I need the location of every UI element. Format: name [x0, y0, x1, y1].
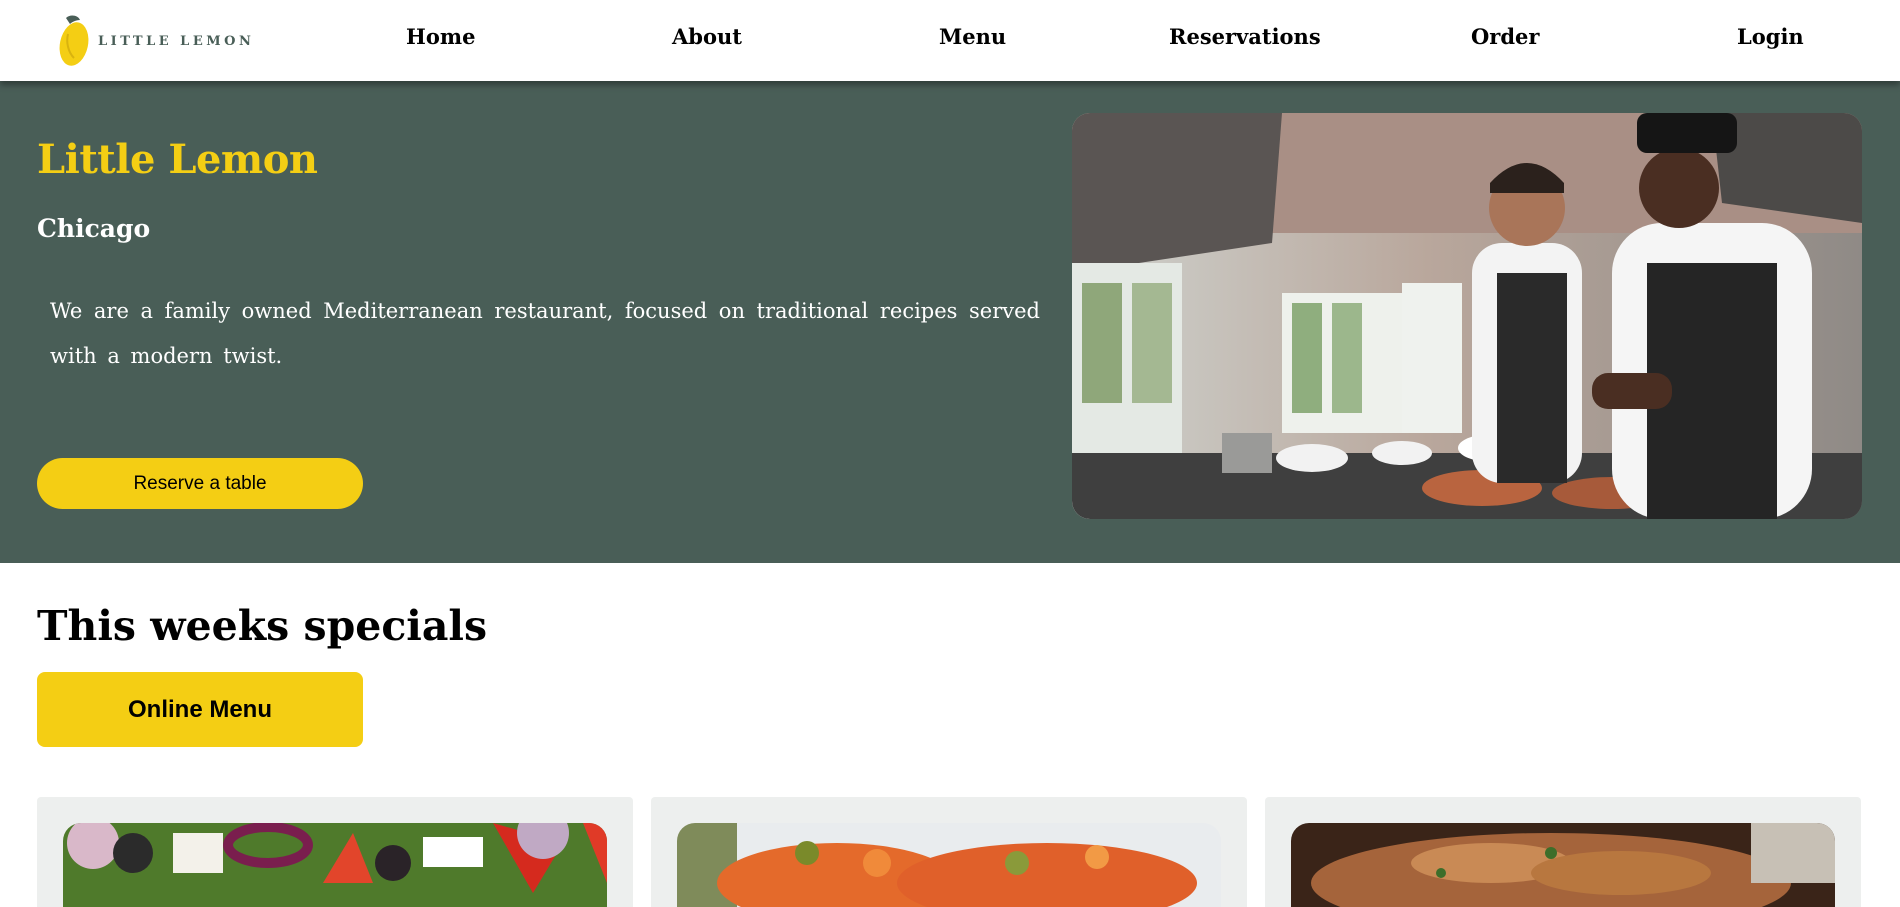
- nav-home-link[interactable]: Home: [406, 24, 475, 49]
- lemon-icon: [59, 15, 89, 66]
- nav-menu-link[interactable]: Menu: [939, 24, 1006, 49]
- top-navigation: LITTLE LEMON Home About Menu Reservation…: [0, 0, 1900, 81]
- online-menu-button[interactable]: Online Menu: [37, 672, 363, 747]
- hero-section: Little Lemon Chicago We are a family own…: [0, 81, 1900, 563]
- reserve-table-button[interactable]: Reserve a table: [37, 458, 363, 509]
- greek-salad-photo: [63, 823, 607, 907]
- bruschetta-photo: [677, 823, 1221, 907]
- nav-reservations-link[interactable]: Reservations: [1169, 24, 1321, 49]
- nav-order-link[interactable]: Order: [1471, 24, 1539, 49]
- nav-about-link[interactable]: About: [672, 24, 742, 49]
- logo-text: LITTLE LEMON: [98, 33, 255, 49]
- special-card[interactable]: [651, 797, 1247, 907]
- hero-description: We are a family owned Mediterranean rest…: [50, 299, 1040, 368]
- special-card[interactable]: [1265, 797, 1861, 907]
- logo[interactable]: LITTLE LEMON: [56, 14, 254, 68]
- special-card[interactable]: [37, 797, 633, 907]
- hero-subtitle: Chicago: [37, 214, 151, 243]
- hero-title: Little Lemon: [37, 136, 318, 183]
- grilled-dish-photo: [1291, 823, 1835, 907]
- nav-login-link[interactable]: Login: [1737, 24, 1804, 49]
- specials-title: This weeks specials: [37, 602, 488, 650]
- chefs-in-kitchen-photo: [1072, 113, 1862, 519]
